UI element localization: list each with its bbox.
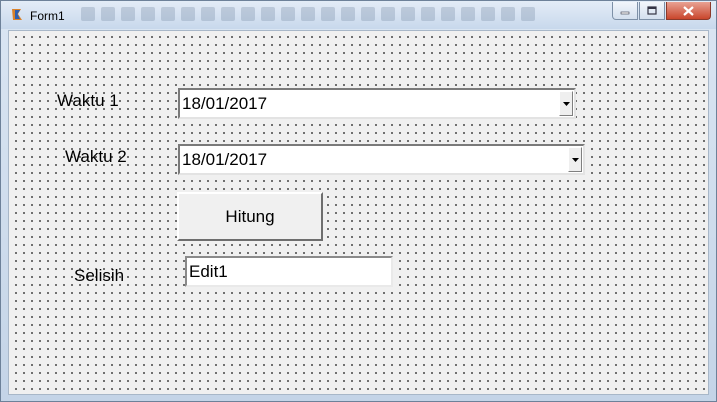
waktu2-value: 18/01/2017 [182,150,268,169]
app-icon [12,9,22,20]
waktu1-label: Waktu 1 [57,91,119,110]
selisih-value: Edit1 [189,262,228,281]
selisih-edit-field[interactable]: Edit1 [185,256,393,287]
title-bar[interactable]: Form1 [1,1,716,29]
maximize-button[interactable] [639,2,665,20]
form-window: Form1 Waktu 1 18/01/2017 Waktu 2 18/01/2… [0,0,717,402]
selisih-label: Selisih [74,266,125,285]
hitung-button[interactable]: Hitung [177,192,323,241]
form-canvas[interactable]: Waktu 1 18/01/2017 Waktu 2 18/01/2017 Hi… [8,30,709,395]
waktu1-dropdown-button[interactable] [559,91,573,116]
waktu1-date-picker[interactable]: 18/01/2017 [178,88,576,119]
background-toolbar [81,6,571,22]
maximize-icon [647,6,657,15]
chevron-down-icon [571,157,579,162]
close-icon [683,5,694,16]
waktu2-label: Waktu 2 [65,147,127,166]
waktu2-date-picker[interactable]: 18/01/2017 [178,144,585,175]
waktu2-dropdown-button[interactable] [568,147,582,172]
minimize-icon [620,11,630,14]
waktu1-value: 18/01/2017 [182,94,268,113]
chevron-down-icon [562,101,570,106]
close-button[interactable] [666,2,711,20]
caption-buttons [612,2,711,20]
window-title: Form1 [30,9,65,23]
minimize-button[interactable] [612,2,638,20]
